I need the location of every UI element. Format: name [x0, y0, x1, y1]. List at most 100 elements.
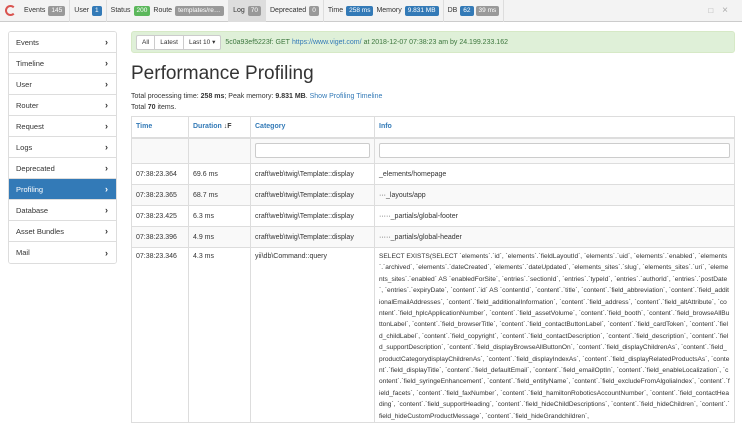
toolbar-log[interactable]: Log 70: [229, 0, 266, 22]
chevron-right-icon: ›: [105, 100, 108, 110]
toolbar-memory-label: Memory: [376, 7, 402, 14]
sidebar-item-label: Database: [16, 205, 49, 215]
sidebar-item-logs[interactable]: Logs ›: [9, 137, 116, 158]
chevron-right-icon: ›: [105, 184, 108, 194]
chevron-right-icon: ›: [105, 142, 108, 152]
processing-time-value: 258 ms: [200, 93, 225, 100]
request-meta: at 2018-12-07 07:38:23 am by 24.199.233.…: [363, 38, 508, 46]
toolbar-user-label: User: [74, 7, 90, 14]
chevron-right-icon: ›: [105, 205, 108, 215]
cell-category: yii\db\Command::query: [250, 246, 375, 423]
toolbar-user-badge: 1: [92, 5, 102, 16]
col-duration-header[interactable]: Duration ↓F: [188, 116, 251, 139]
latest-button[interactable]: Latest: [154, 34, 184, 50]
panel-nav: Events › Timeline › User › Router › Request ›…: [8, 31, 117, 264]
sidebar-item-timeline[interactable]: Timeline ›: [9, 53, 116, 74]
sidebar-item-label: Mail: [16, 248, 30, 257]
toolbar-log-badge: 70: [247, 5, 261, 16]
cell-time: 07:38:23.365: [131, 184, 189, 206]
sidebar-item-deprecated[interactable]: Deprecated ›: [9, 158, 116, 179]
cell-category: craft\web\twig\Template::display: [250, 163, 375, 185]
peak-memory-label: ; Peak memory:: [224, 93, 274, 100]
main-panel: All Latest Last 10 ▾ 5c0a93ef5223f : GET…: [131, 31, 735, 423]
yii-logo-icon[interactable]: [0, 0, 20, 22]
chevron-right-icon: ›: [105, 58, 108, 68]
cell-category: craft\web\twig\Template::display: [250, 205, 375, 227]
toolbar-route-label: Route: [153, 7, 173, 14]
cell-time: 07:38:23.396: [131, 226, 189, 248]
toolbar-status-badge: 200: [133, 5, 151, 16]
profiling-table: Time Duration ↓F Category Info 07:38:23.…: [131, 116, 735, 423]
category-filter-input[interactable]: [255, 143, 370, 159]
cell-duration: 69.6 ms: [188, 163, 251, 185]
toolbar-window-controls: □ ×: [708, 5, 742, 16]
toolbar-events[interactable]: Events 145: [20, 0, 71, 22]
sidebar-item-request[interactable]: Request ›: [9, 116, 116, 137]
sidebar-item-asset-bundles[interactable]: Asset Bundles ›: [9, 221, 116, 242]
toolbar-time-badge: 258 ms: [346, 5, 374, 16]
request-summary-alert: All Latest Last 10 ▾ 5c0a93ef5223f : GET…: [131, 31, 735, 53]
col-info-header[interactable]: Info: [374, 116, 735, 139]
cell-info: ·····_partials/global-footer: [374, 205, 735, 227]
toolbar-db[interactable]: DB 62 39 ms: [444, 0, 505, 22]
sidebar-item-router[interactable]: Router ›: [9, 95, 116, 116]
peak-memory-value: 9.831 MB: [275, 93, 306, 100]
sidebar-item-label: Deprecated: [16, 163, 55, 173]
processing-summary: Total processing time: 258 ms; Peak memo…: [131, 93, 383, 100]
cell-info: ·····_partials/global-header: [374, 226, 735, 248]
toolbar-user[interactable]: User 1: [70, 0, 107, 22]
toolbar-status-route[interactable]: Status 200 Route templates/ren...: [107, 0, 230, 22]
table-header-row: Time Duration ↓F Category Info: [131, 116, 735, 139]
all-button[interactable]: All: [136, 34, 156, 50]
table-row: 07:38:23.346 4.3 ms yii\db\Command::quer…: [131, 246, 735, 423]
col-category-header[interactable]: Category: [250, 116, 375, 139]
cell-duration: 4.3 ms: [188, 246, 251, 423]
chevron-right-icon: ›: [105, 121, 108, 131]
toolbar-status-label: Status: [110, 7, 131, 14]
info-filter-input[interactable]: [379, 143, 730, 159]
cell-info: ···_layouts/app: [374, 184, 735, 206]
chevron-right-icon: ›: [105, 163, 108, 173]
toolbar-route-badge: templates/ren...: [175, 5, 225, 16]
cell-time: 07:38:23.346: [131, 246, 189, 423]
total-count: 70: [147, 104, 156, 111]
chevron-right-icon: ›: [105, 226, 108, 236]
col-duration-label: Duration: [193, 123, 222, 131]
close-icon[interactable]: ×: [722, 5, 728, 16]
col-time-header[interactable]: Time: [131, 116, 189, 139]
cell-info: _elements/homepage: [374, 163, 735, 185]
sidebar-item-events[interactable]: Events ›: [9, 32, 116, 53]
toolbar-time-memory[interactable]: Time 258 ms Memory 9.831 MB: [324, 0, 444, 22]
debug-toolbar: Events 145 User 1 Status 200 Route templates/…: [0, 0, 742, 22]
request-url-link[interactable]: https://www.viget.com/: [292, 39, 362, 46]
toolbar-deprecated-badge: 0: [309, 5, 319, 16]
request-tag: 5c0a93ef5223f: [225, 38, 272, 46]
last-10-dropdown[interactable]: Last 10 ▾: [182, 34, 222, 50]
toolbar-deprecated[interactable]: Deprecated 0: [266, 0, 324, 22]
page-title: Performance Profiling: [131, 63, 314, 84]
cell-category: craft\web\twig\Template::display: [250, 184, 375, 206]
sidebar-item-label: Request: [16, 121, 44, 131]
cell-duration: 4.9 ms: [188, 226, 251, 248]
sidebar-item-mail[interactable]: Mail ›: [9, 242, 116, 263]
sidebar-item-label: Timeline: [16, 58, 45, 68]
cell-duration: 6.3 ms: [188, 205, 251, 227]
table-row: 07:38:23.396 4.9 ms craft\web\twig\Templ…: [131, 226, 735, 248]
sidebar-item-label: Profiling: [16, 184, 44, 194]
sidebar-item-database[interactable]: Database ›: [9, 200, 116, 221]
toolbar-events-badge: 145: [48, 5, 66, 16]
sidebar-item-label: Router: [16, 100, 39, 110]
toolbar-time-label: Time: [327, 7, 344, 14]
cell-duration: 68.7 ms: [188, 184, 251, 206]
toolbar-db-label: DB: [447, 7, 458, 14]
sidebar-item-profiling[interactable]: Profiling ›: [9, 179, 116, 200]
sidebar-item-label: Logs: [16, 142, 33, 152]
sidebar-item-label: User: [16, 79, 32, 89]
total-items: Total 70 items.: [131, 103, 735, 112]
sidebar-item-user[interactable]: User ›: [9, 74, 116, 95]
toolbar-deprecated-label: Deprecated: [270, 7, 307, 14]
chevron-right-icon: ›: [105, 79, 108, 89]
open-window-icon[interactable]: □: [708, 6, 713, 15]
show-timeline-link[interactable]: Show Profiling Timeline: [310, 93, 383, 100]
chevron-right-icon: ›: [105, 247, 108, 258]
